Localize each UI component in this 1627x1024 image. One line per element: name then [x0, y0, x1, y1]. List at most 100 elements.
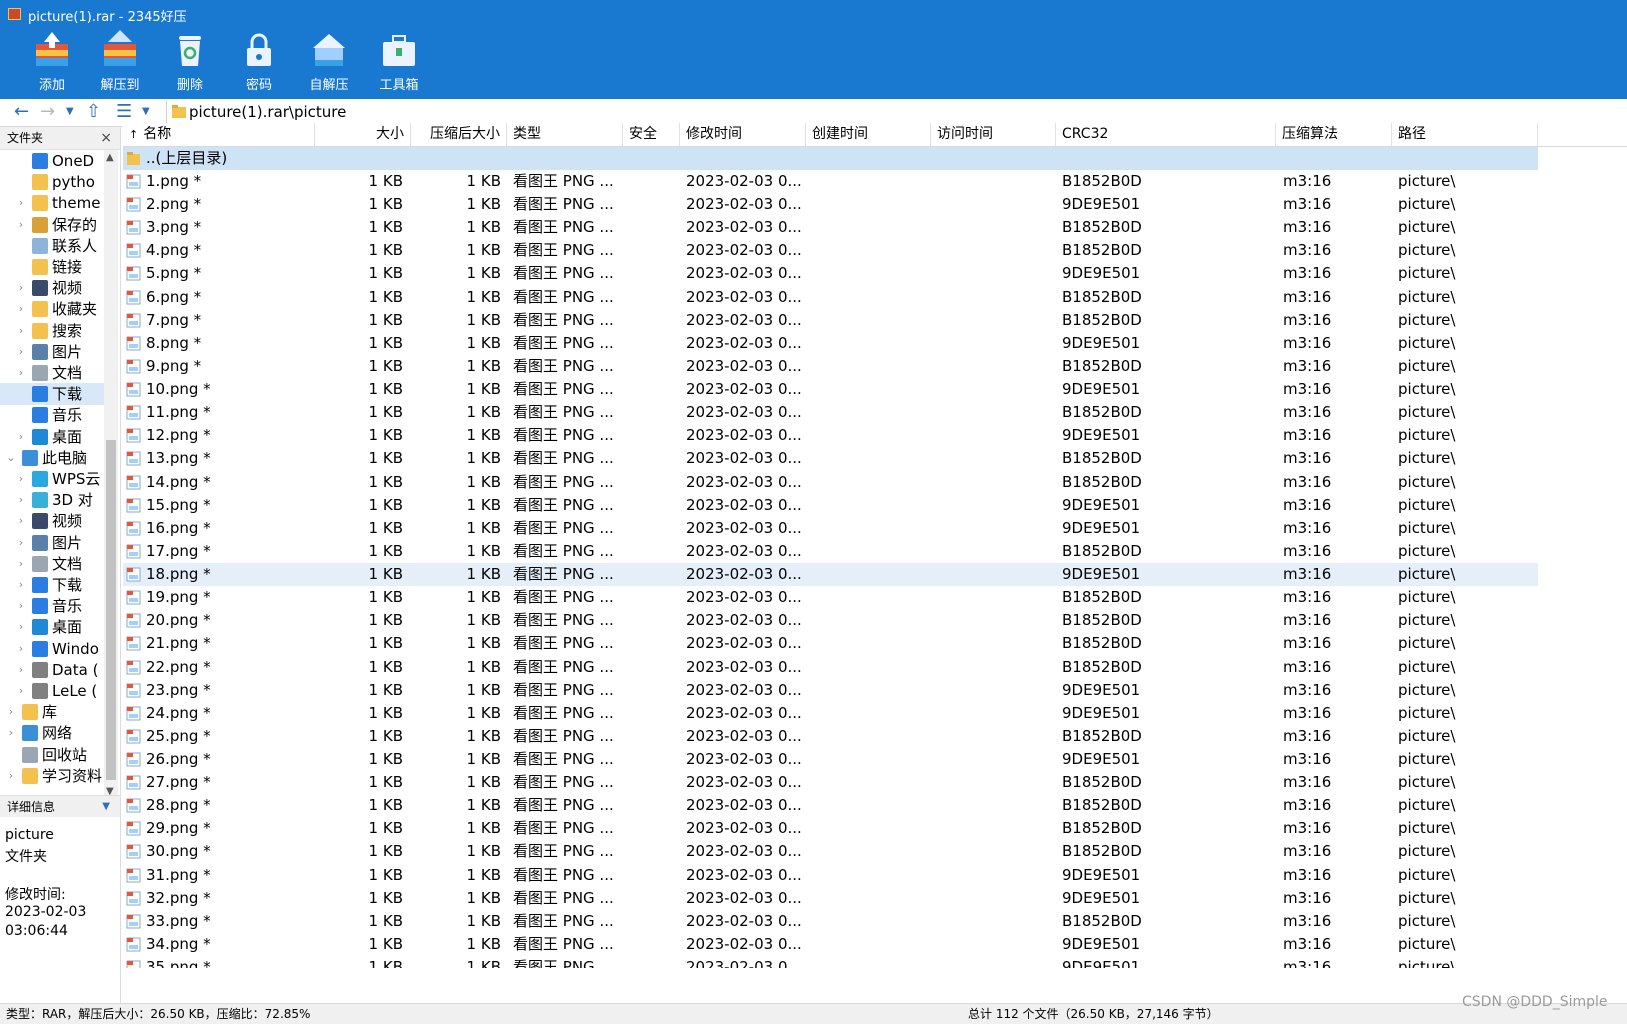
history-dropdown-icon[interactable]: ▼ [66, 102, 74, 122]
chevron-right-icon[interactable]: › [16, 214, 26, 236]
file-row[interactable]: 31.png * 1 KB 1 KB 看图王 PNG ... 2023-02-03 0.… [123, 864, 1538, 887]
up-folder-icon[interactable]: ⇧ [86, 102, 101, 122]
tree-item[interactable]: pytho [0, 171, 104, 193]
details-header[interactable]: 详细信息 ▼ [0, 795, 120, 817]
tree-item[interactable]: › 搜索 [0, 320, 104, 342]
file-row[interactable]: 19.png * 1 KB 1 KB 看图王 PNG ... 2023-02-03 0.… [123, 586, 1538, 609]
tree-item[interactable]: › 文档 [0, 553, 104, 575]
close-icon[interactable]: × [100, 127, 112, 149]
tree-item[interactable]: › WPS云 [0, 468, 104, 490]
chevron-right-icon[interactable]: › [16, 574, 26, 596]
chevron-right-icon[interactable]: › [16, 659, 26, 681]
tree-item[interactable]: › 学习资料 [0, 765, 104, 787]
column-header-10[interactable]: 路径 [1392, 123, 1538, 146]
tree-item[interactable]: OneD [0, 150, 104, 172]
password-button[interactable]: 密码 [227, 30, 291, 94]
view-list-icon[interactable]: ☰ [116, 102, 132, 122]
tree-item[interactable]: › 视频 [0, 277, 104, 299]
toolbox-button[interactable]: 工具箱 [367, 30, 431, 94]
column-header-4[interactable]: 安全 [623, 123, 680, 146]
column-header-7[interactable]: 访问时间 [931, 123, 1056, 146]
file-row[interactable]: 2.png * 1 KB 1 KB 看图王 PNG ... 2023-02-03 0..… [123, 193, 1538, 216]
file-row[interactable]: 23.png * 1 KB 1 KB 看图王 PNG ... 2023-02-03 0.… [123, 679, 1538, 702]
column-header-9[interactable]: 压缩算法 [1276, 123, 1392, 146]
file-row[interactable]: 17.png * 1 KB 1 KB 看图王 PNG ... 2023-02-03 0.… [123, 540, 1538, 563]
file-row[interactable]: 3.png * 1 KB 1 KB 看图王 PNG ... 2023-02-03 0..… [123, 216, 1538, 239]
chevron-right-icon[interactable]: › [16, 489, 26, 511]
file-row[interactable]: 26.png * 1 KB 1 KB 看图王 PNG ... 2023-02-03 0.… [123, 748, 1538, 771]
extract-to-button[interactable]: 解压到 [88, 30, 152, 94]
file-row[interactable]: 7.png * 1 KB 1 KB 看图王 PNG ... 2023-02-03 0..… [123, 309, 1538, 332]
column-header-8[interactable]: CRC32 [1056, 123, 1276, 146]
tree-item[interactable]: 链接 [0, 256, 104, 278]
chevron-right-icon[interactable]: › [16, 298, 26, 320]
chevron-right-icon[interactable]: › [6, 722, 16, 744]
tree-item[interactable]: › Windo [0, 638, 104, 660]
file-row[interactable]: 35.png * 1 KB 1 KB 看图王 PNG ... 2023-02-03 0.… [123, 956, 1538, 968]
file-row[interactable]: 27.png * 1 KB 1 KB 看图王 PNG ... 2023-02-03 0.… [123, 771, 1538, 794]
back-arrow-icon[interactable]: ← [14, 102, 29, 122]
file-row[interactable]: 10.png * 1 KB 1 KB 看图王 PNG ... 2023-02-03 0.… [123, 378, 1538, 401]
folder-tree-scrollbar[interactable]: ▲ ▼ [104, 150, 118, 800]
file-row[interactable]: 21.png * 1 KB 1 KB 看图王 PNG ... 2023-02-03 0.… [123, 632, 1538, 655]
chevron-right-icon[interactable]: › [16, 510, 26, 532]
file-row[interactable]: 15.png * 1 KB 1 KB 看图王 PNG ... 2023-02-03 0.… [123, 494, 1538, 517]
forward-arrow-icon[interactable]: → [40, 102, 55, 122]
file-row[interactable]: 8.png * 1 KB 1 KB 看图王 PNG ... 2023-02-03 0..… [123, 332, 1538, 355]
file-row[interactable]: 34.png * 1 KB 1 KB 看图王 PNG ... 2023-02-03 0.… [123, 933, 1538, 956]
tree-item[interactable]: › theme [0, 192, 104, 214]
tree-item[interactable]: › 图片 [0, 341, 104, 363]
file-row[interactable]: 29.png * 1 KB 1 KB 看图王 PNG ... 2023-02-03 0.… [123, 817, 1538, 840]
tree-item[interactable]: › 3D 对 [0, 489, 104, 511]
file-row[interactable]: 24.png * 1 KB 1 KB 看图王 PNG ... 2023-02-03 0.… [123, 702, 1538, 725]
chevron-right-icon[interactable]: › [16, 616, 26, 638]
chevron-down-icon[interactable]: ▼ [102, 796, 110, 818]
tree-item[interactable]: 回收站 [0, 744, 104, 766]
file-row[interactable]: 1.png * 1 KB 1 KB 看图王 PNG ... 2023-02-03 0..… [123, 170, 1538, 193]
tree-item[interactable]: › Data ( [0, 659, 104, 681]
tree-item[interactable]: › LeLe ( [0, 680, 104, 702]
chevron-right-icon[interactable]: › [16, 320, 26, 342]
chevron-right-icon[interactable]: › [16, 341, 26, 363]
column-header-3[interactable]: 类型 [507, 123, 623, 146]
file-row[interactable]: 5.png * 1 KB 1 KB 看图王 PNG ... 2023-02-03 0..… [123, 262, 1538, 285]
chevron-right-icon[interactable]: › [16, 277, 26, 299]
file-row[interactable]: 22.png * 1 KB 1 KB 看图王 PNG ... 2023-02-03 0.… [123, 656, 1538, 679]
chevron-right-icon[interactable]: › [16, 426, 26, 448]
view-dropdown-icon[interactable]: ▼ [142, 102, 150, 122]
column-header-5[interactable]: 修改时间 [680, 123, 806, 146]
tree-item[interactable]: › 库 [0, 701, 104, 723]
self-extract-button[interactable]: 自解压 [297, 30, 361, 94]
chevron-right-icon[interactable]: › [16, 362, 26, 384]
tree-item[interactable]: 音乐 [0, 404, 104, 426]
chevron-right-icon[interactable]: › [6, 701, 16, 723]
file-row[interactable]: 11.png * 1 KB 1 KB 看图王 PNG ... 2023-02-03 0.… [123, 401, 1538, 424]
tree-item[interactable]: ⌄ 此电脑 [0, 447, 104, 469]
file-row[interactable]: 33.png * 1 KB 1 KB 看图王 PNG ... 2023-02-03 0.… [123, 910, 1538, 933]
add-button[interactable]: 添加 [20, 30, 84, 94]
file-row[interactable]: 16.png * 1 KB 1 KB 看图王 PNG ... 2023-02-03 0.… [123, 517, 1538, 540]
file-row[interactable]: 30.png * 1 KB 1 KB 看图王 PNG ... 2023-02-03 0.… [123, 840, 1538, 863]
tree-item[interactable]: › 音乐 [0, 595, 104, 617]
file-row[interactable]: 28.png * 1 KB 1 KB 看图王 PNG ... 2023-02-03 0.… [123, 794, 1538, 817]
tree-item[interactable]: 下载 [0, 383, 104, 406]
tree-item[interactable]: › 收藏夹 [0, 298, 104, 320]
file-row[interactable]: 18.png * 1 KB 1 KB 看图王 PNG ... 2023-02-03 0.… [123, 563, 1538, 587]
tree-item[interactable]: 联系人 [0, 235, 104, 257]
tree-item[interactable]: › 文档 [0, 362, 104, 384]
column-header-2[interactable]: 压缩后大小 [411, 123, 507, 146]
file-row[interactable]: 20.png * 1 KB 1 KB 看图王 PNG ... 2023-02-03 0.… [123, 609, 1538, 632]
file-row[interactable]: 9.png * 1 KB 1 KB 看图王 PNG ... 2023-02-03 0..… [123, 355, 1538, 378]
chevron-down-icon[interactable]: ⌄ [6, 447, 16, 469]
tree-item[interactable]: › 保存的 [0, 214, 104, 236]
file-row[interactable]: 14.png * 1 KB 1 KB 看图王 PNG ... 2023-02-03 0.… [123, 471, 1538, 494]
tree-item[interactable]: › 网络 [0, 722, 104, 744]
scroll-thumb[interactable] [106, 440, 116, 780]
tree-item[interactable]: › 图片 [0, 532, 104, 554]
chevron-right-icon[interactable]: › [16, 192, 26, 214]
tree-item[interactable]: › 桌面 [0, 426, 104, 448]
chevron-right-icon[interactable]: › [16, 532, 26, 554]
chevron-right-icon[interactable]: › [16, 680, 26, 702]
scroll-up-icon[interactable]: ▲ [106, 152, 114, 163]
tree-item[interactable]: › 桌面 [0, 616, 104, 638]
